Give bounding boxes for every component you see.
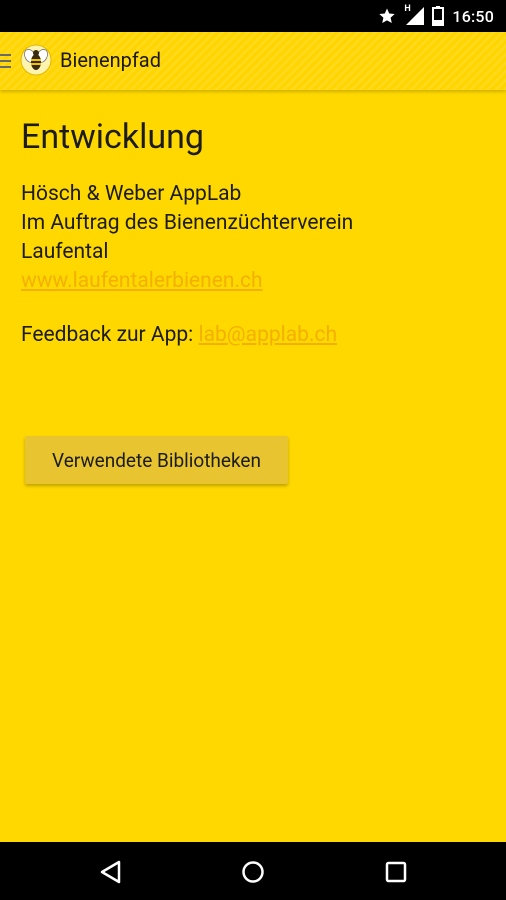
status-time: 16:50: [452, 6, 494, 26]
app-bar: Bienenpfad: [0, 32, 506, 90]
signal-indicator: H: [404, 4, 425, 25]
website-link[interactable]: www.laufentalerbienen.ch: [21, 269, 263, 293]
app-title: Bienenpfad: [60, 48, 161, 72]
hamburger-menu-icon[interactable]: [0, 54, 12, 70]
feedback-line: Feedback zur App: lab@applab.ch: [21, 323, 337, 347]
libraries-button[interactable]: Verwendete Bibliotheken: [25, 436, 288, 484]
navigation-bar: [0, 842, 506, 900]
battery-icon: [432, 6, 445, 26]
page-heading: Entwicklung: [21, 117, 204, 157]
commission-line-2: Laufental: [21, 240, 109, 264]
feedback-email-link[interactable]: lab@applab.ch: [198, 323, 337, 347]
status-icons: H 16:50: [378, 0, 494, 32]
star-icon: [379, 8, 396, 24]
home-icon[interactable]: [240, 859, 266, 885]
back-icon[interactable]: [98, 859, 124, 885]
signal-icon: [406, 7, 425, 25]
feedback-label: Feedback zur App:: [21, 323, 199, 347]
recents-icon[interactable]: [383, 859, 409, 885]
main-content: Entwicklung Hösch & Weber AppLab Im Auft…: [0, 90, 506, 842]
commission-line: Im Auftrag des Bienenzüchterverein: [21, 211, 354, 235]
credits-block: Hösch & Weber AppLab Im Auftrag des Bien…: [21, 180, 353, 296]
bee-logo-icon[interactable]: [20, 44, 52, 76]
company-name: Hösch & Weber AppLab: [21, 182, 242, 206]
status-bar: H 16:50: [0, 0, 506, 32]
